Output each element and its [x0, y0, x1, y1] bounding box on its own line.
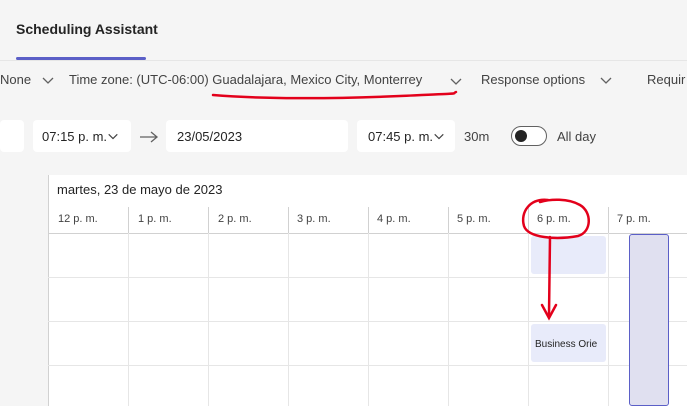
attendee-column [0, 175, 49, 406]
end-date-value: 23/05/2023 [177, 128, 243, 144]
grid-col-line [608, 233, 609, 406]
duration-label: 30m [464, 129, 490, 144]
toggle-knob [515, 130, 527, 142]
required-attendees-label[interactable]: Requir [647, 72, 685, 87]
chevron-down-icon[interactable] [41, 73, 55, 87]
all-day-label: All day [557, 129, 597, 144]
none-dropdown-label[interactable]: None [0, 72, 31, 87]
hour-tick [368, 207, 369, 233]
grid-col-line [208, 233, 209, 406]
scheduling-grid [0, 175, 687, 406]
end-date-input[interactable]: 23/05/2023 [166, 120, 348, 152]
hour-tick [608, 207, 609, 233]
hour-tick [48, 207, 49, 233]
hour-label: 2 p. m. [218, 213, 252, 225]
all-day-toggle[interactable] [511, 126, 547, 146]
hour-label: 3 p. m. [297, 213, 331, 225]
chevron-down-icon[interactable] [599, 73, 613, 87]
grid-col-line [448, 233, 449, 406]
hour-label: 7 p. m. [617, 213, 651, 225]
grid-col-line [288, 233, 289, 406]
hour-label: 6 p. m. [537, 213, 571, 225]
hour-tick [208, 207, 209, 233]
start-time-value: 07:15 p. m. [42, 128, 108, 144]
hour-tick [288, 207, 289, 233]
end-time-value: 07:45 p. m. [368, 128, 434, 144]
event-label: Business Orie [535, 339, 598, 350]
end-time-input[interactable]: 07:45 p. m. [357, 120, 455, 152]
hour-tick [528, 207, 529, 233]
start-date-input[interactable] [0, 120, 24, 152]
date-heading: martes, 23 de mayo de 2023 [57, 182, 223, 197]
chevron-down-icon[interactable] [449, 74, 463, 88]
timezone-dropdown-label[interactable]: Time zone: (UTC-06:00) Guadalajara, Mexi… [69, 72, 422, 87]
hour-tick [448, 207, 449, 233]
chevron-down-icon [108, 133, 118, 140]
hour-tick [128, 207, 129, 233]
grid-col-line [528, 233, 529, 406]
hour-label: 12 p. m. [58, 213, 98, 225]
hour-label: 1 p. m. [138, 213, 172, 225]
event-block[interactable]: Business Orie [531, 324, 606, 362]
response-options-label[interactable]: Response options [481, 72, 585, 87]
chevron-down-icon [434, 133, 444, 140]
grid-col-line [368, 233, 369, 406]
start-time-input[interactable]: 07:15 p. m. [33, 120, 131, 152]
hour-label: 5 p. m. [457, 213, 491, 225]
busy-block[interactable] [531, 236, 606, 274]
hour-label: 4 p. m. [377, 213, 411, 225]
tab-scheduling-assistant[interactable]: Scheduling Assistant [16, 21, 158, 37]
proposed-meeting-block[interactable] [629, 234, 669, 406]
tab-bar: Scheduling Assistant [0, 0, 687, 60]
grid-col-line [128, 233, 129, 406]
arrow-right-icon [140, 131, 159, 143]
